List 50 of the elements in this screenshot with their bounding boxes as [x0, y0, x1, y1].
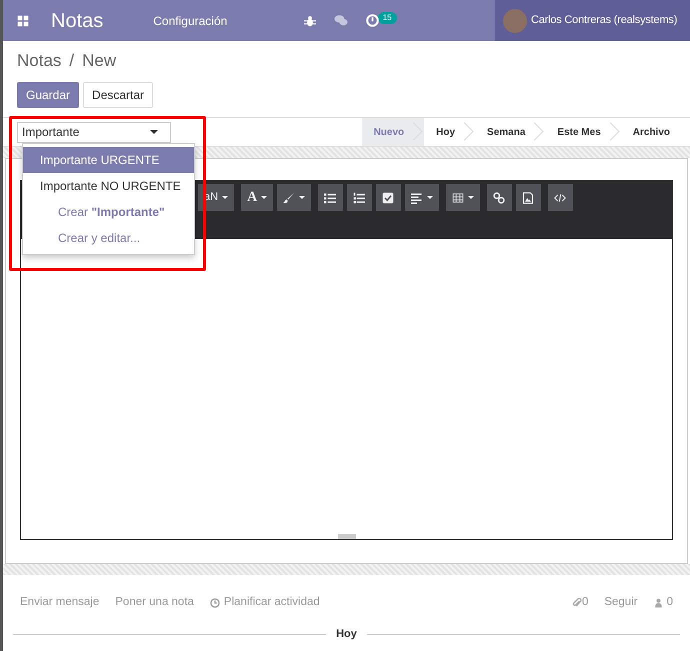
image-icon	[522, 192, 534, 204]
breadcrumb-separator: /	[69, 51, 74, 70]
image-button[interactable]	[516, 184, 542, 211]
breadcrumb-current: New	[82, 51, 116, 70]
dropdown-item[interactable]: Crear "Importante"	[23, 199, 194, 225]
background-color-dropdown[interactable]	[277, 184, 312, 211]
stage-button[interactable]: Nuevo	[362, 118, 424, 146]
clock-icon	[210, 598, 220, 608]
caret-icon	[468, 196, 474, 199]
count-badge: 15	[378, 12, 397, 24]
dropdown-item[interactable]: Importante URGENTE	[23, 147, 194, 173]
debug-button[interactable]	[304, 14, 316, 26]
chat-icon	[334, 14, 348, 27]
numbered-list-icon	[353, 192, 366, 204]
breadcrumb-link[interactable]: Notas	[17, 51, 62, 70]
caret-icon	[299, 196, 306, 199]
checkbox-icon	[382, 192, 394, 204]
caret-icon	[222, 196, 228, 199]
resize-handle[interactable]	[338, 534, 356, 539]
align-icon	[411, 192, 424, 204]
paperclip-icon	[572, 598, 582, 608]
brush-icon	[283, 192, 296, 204]
date-separator: Hoy	[336, 627, 357, 642]
table-icon	[452, 192, 464, 204]
bug-icon	[304, 14, 316, 26]
caret-icon	[427, 196, 434, 199]
app-title: Notas	[51, 8, 104, 34]
bullet-list-button[interactable]	[318, 184, 344, 211]
font-color-dropdown[interactable]: A	[241, 184, 274, 211]
activities-button[interactable]	[366, 14, 379, 27]
code-icon	[554, 192, 566, 204]
checklist-button[interactable]	[376, 184, 402, 211]
caret-icon	[150, 130, 158, 134]
discard-button[interactable]: Descartar	[83, 82, 154, 108]
dropdown-item[interactable]: Crear y editar...	[23, 225, 194, 251]
table-dropdown[interactable]	[446, 184, 480, 211]
clock-icon	[366, 14, 379, 27]
paragraph-dropdown[interactable]	[405, 184, 440, 211]
font-icon: A	[247, 187, 258, 208]
grid-icon	[17, 14, 29, 26]
save-button[interactable]: Guardar	[17, 82, 80, 108]
code-view-button[interactable]	[548, 184, 574, 211]
menu-item[interactable]: Configuración	[153, 12, 228, 30]
person-icon	[654, 598, 663, 608]
caret-icon	[261, 196, 268, 199]
link-button[interactable]	[487, 184, 512, 211]
user-avatar	[502, 8, 527, 32]
numbered-list-button[interactable]	[347, 184, 372, 211]
list-icon	[324, 192, 336, 204]
link-icon	[493, 192, 506, 204]
